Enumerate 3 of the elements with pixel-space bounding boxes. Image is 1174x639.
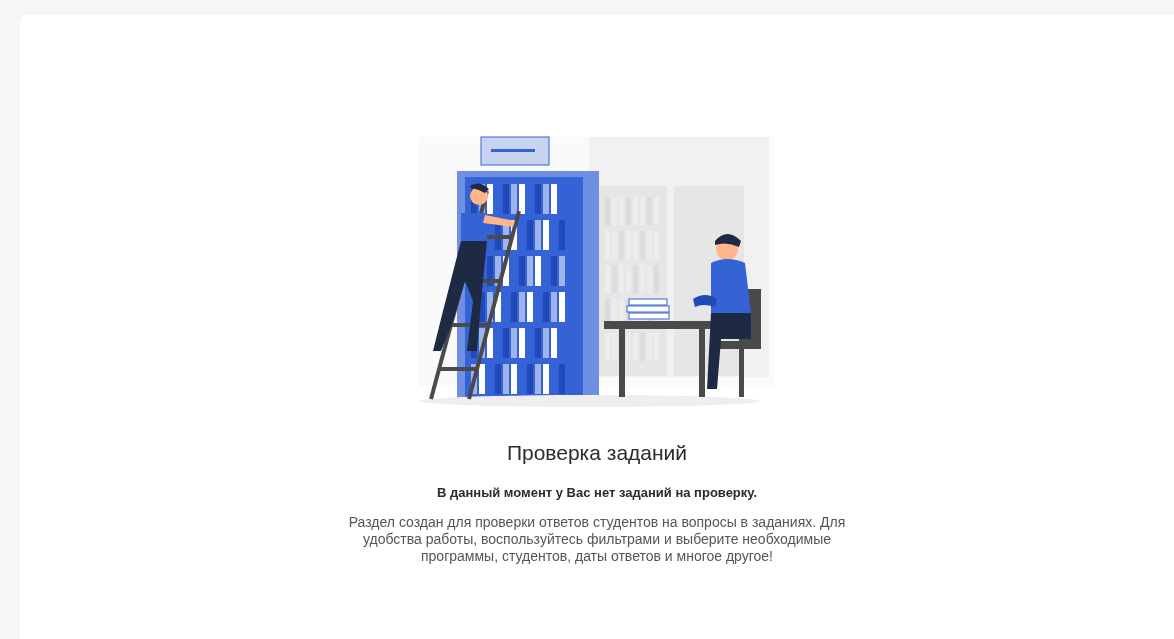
empty-state-description: Раздел создан для проверки ответов студентов на вопросы в заданиях. Для удобства работы, воспользуйтесь фильтрами и выберите необходимые программы, студентов, даты ответов и многое другое! (347, 514, 847, 565)
empty-state-subtitle: В данный момент у Вас нет заданий на проверку. (436, 483, 758, 502)
empty-state-title: Проверка заданий (506, 440, 688, 466)
